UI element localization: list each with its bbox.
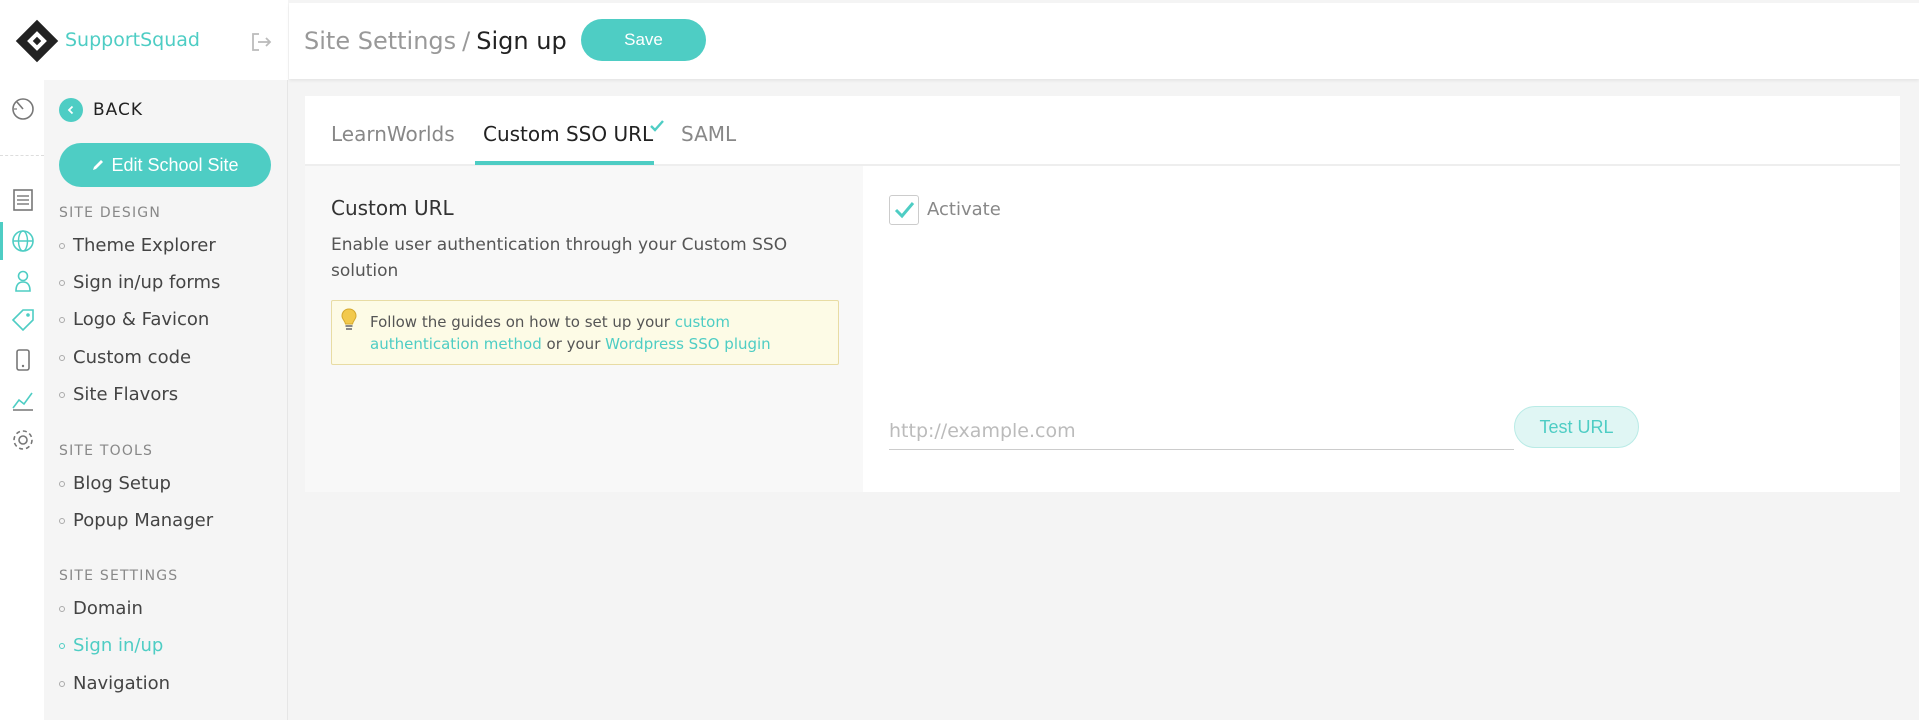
chevron-left-icon xyxy=(59,98,83,122)
brand-name[interactable]: SupportSquad xyxy=(65,29,200,51)
section-heading: Custom URL xyxy=(331,196,454,220)
bullet-icon xyxy=(59,354,65,361)
checkmark-icon xyxy=(650,120,664,132)
breadcrumb-parent[interactable]: Site Settings xyxy=(304,27,456,55)
edit-school-site-button[interactable]: Edit School Site xyxy=(59,143,271,187)
bullet-icon xyxy=(59,680,65,687)
reports-icon[interactable] xyxy=(10,387,36,413)
sidebar-item-label: Sign in/up xyxy=(73,635,164,656)
info-text: Follow the guides on how to set up your … xyxy=(370,311,830,355)
sidebar-item-label: Blog Setup xyxy=(73,473,171,494)
page-title: Sign up xyxy=(476,27,567,55)
info-callout: Follow the guides on how to set up your … xyxy=(331,300,839,365)
sidebar-item-label: Custom code xyxy=(73,347,192,368)
sidebar-item-label: Sign in/up forms xyxy=(73,272,221,293)
test-url-button[interactable]: Test URL xyxy=(1514,406,1639,448)
settings-panel: LearnWorlds Custom SSO URL SAML Custom U… xyxy=(305,96,1900,492)
back-button[interactable]: BACK xyxy=(59,97,143,123)
logo-icon xyxy=(15,19,59,63)
rail-divider xyxy=(0,155,44,156)
active-tab-indicator xyxy=(475,161,654,165)
tab-saml[interactable]: SAML xyxy=(681,122,736,146)
sidebar-item-label: Navigation xyxy=(73,673,171,694)
checkmark-icon xyxy=(894,202,915,219)
rail-active-indicator xyxy=(0,222,3,260)
sidebar-item-navigation[interactable]: Navigation xyxy=(59,673,170,694)
edit-school-site-label: Edit School Site xyxy=(111,154,239,175)
sidebar-item-site-flavors[interactable]: Site Flavors xyxy=(59,384,178,405)
pencil-icon xyxy=(91,158,105,172)
sidebar-item-blog-setup[interactable]: Blog Setup xyxy=(59,473,171,494)
globe-icon[interactable] xyxy=(10,228,36,254)
sidebar-item-custom-code[interactable]: Custom code xyxy=(59,347,191,368)
tab-learnworlds[interactable]: LearnWorlds xyxy=(331,122,455,146)
sidebar-item-label: Domain xyxy=(73,598,143,619)
settings-icon[interactable] xyxy=(10,427,36,453)
sidebar-item-sign-in-up[interactable]: Sign in/up xyxy=(59,635,163,656)
brand-row: SupportSquad xyxy=(44,0,288,80)
breadcrumb: Site Settings / Sign up xyxy=(304,27,567,55)
bullet-icon xyxy=(59,391,65,398)
sso-url-input[interactable] xyxy=(889,412,1514,450)
pages-icon[interactable] xyxy=(10,187,36,213)
sidebar-item-sign-in-up-forms[interactable]: Sign in/up forms xyxy=(59,272,220,293)
section-description: Enable user authentication through your … xyxy=(331,235,788,281)
bullet-icon xyxy=(59,316,65,323)
activate-checkbox[interactable] xyxy=(889,195,919,225)
sidebar-item-logo-favicon[interactable]: Logo & Favicon xyxy=(59,309,209,330)
bullet-icon xyxy=(59,605,65,612)
section-form: Activate Test URL xyxy=(863,166,1900,492)
section-title-site-tools: SITE TOOLS xyxy=(59,443,154,459)
info-middle: or your xyxy=(541,335,606,353)
sidebar-item-label: Logo & Favicon xyxy=(73,309,210,330)
lightbulb-icon xyxy=(341,308,357,330)
users-icon[interactable] xyxy=(10,268,36,294)
bullet-icon xyxy=(59,242,65,249)
section-info: Custom URL Enable user authentication th… xyxy=(305,166,863,492)
tab-custom-sso-url[interactable]: Custom SSO URL xyxy=(483,122,653,146)
bullet-icon xyxy=(59,642,65,649)
section-title-site-settings: SITE SETTINGS xyxy=(59,568,179,584)
wordpress-sso-link[interactable]: Wordpress SSO plugin xyxy=(605,335,771,353)
activate-label: Activate xyxy=(927,199,1001,220)
page-header: Site Settings / Sign up Save xyxy=(289,3,1919,79)
sidebar-item-label: Theme Explorer xyxy=(73,235,216,256)
sidebar-item-domain[interactable]: Domain xyxy=(59,598,143,619)
bullet-icon xyxy=(59,517,65,524)
tag-icon[interactable] xyxy=(10,307,36,333)
icon-rail xyxy=(0,0,44,720)
back-label: BACK xyxy=(93,100,144,120)
breadcrumb-separator: / xyxy=(462,27,471,55)
section-title-site-design: SITE DESIGN xyxy=(59,205,162,221)
sidebar-item-label: Site Flavors xyxy=(73,384,179,405)
logout-icon[interactable] xyxy=(249,30,273,54)
sidebar-item-label: Popup Manager xyxy=(73,510,214,531)
bullet-icon xyxy=(59,480,65,487)
sidebar: SupportSquad BACK Edit School Site SITE … xyxy=(44,0,288,720)
tab-bar: LearnWorlds Custom SSO URL SAML xyxy=(305,96,1900,166)
mobile-icon[interactable] xyxy=(10,347,36,373)
bullet-icon xyxy=(59,279,65,286)
sidebar-item-popup-manager[interactable]: Popup Manager xyxy=(59,510,213,531)
save-button[interactable]: Save xyxy=(581,19,706,61)
sidebar-item-theme-explorer[interactable]: Theme Explorer xyxy=(59,235,216,256)
dashboard-icon[interactable] xyxy=(10,96,36,122)
info-prefix: Follow the guides on how to set up your xyxy=(370,313,675,331)
